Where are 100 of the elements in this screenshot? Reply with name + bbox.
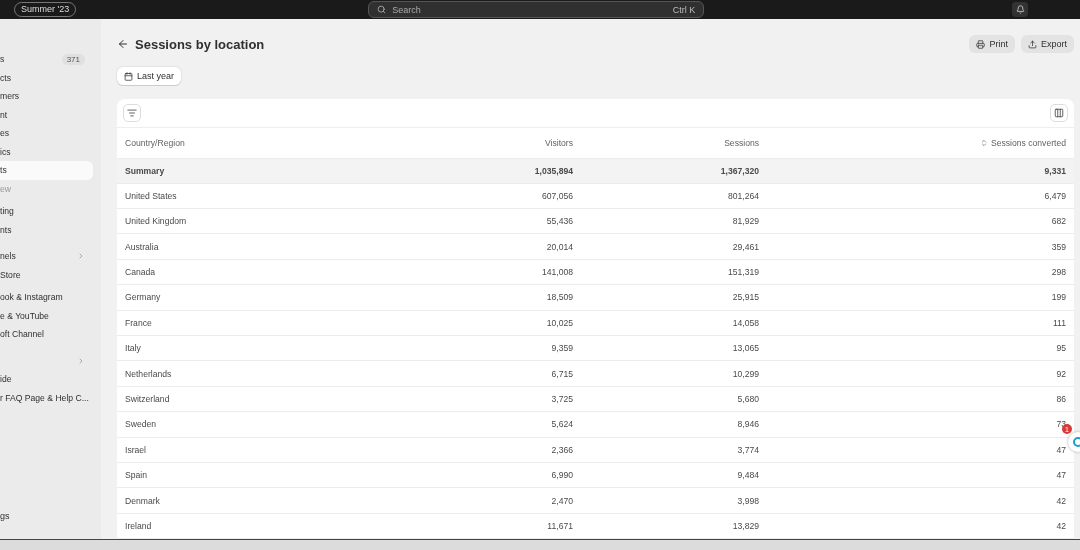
column-header[interactable]: Country/Region: [125, 137, 325, 148]
table-cell-text: 607,056: [540, 190, 573, 201]
table-cell-text: 199: [1050, 292, 1066, 303]
table-cell-text: 13,829: [731, 520, 759, 531]
table-cell-text: 10,025: [545, 317, 573, 328]
notifications-button[interactable]: [1012, 2, 1029, 17]
table-cell-text: 20,014: [545, 241, 573, 252]
calendar-icon: [124, 71, 133, 81]
sidebar-item[interactable]: es: [0, 124, 93, 143]
table-cell-text: Italy: [125, 343, 142, 354]
chevron-icon: [77, 356, 85, 365]
sidebar-item[interactable]: nels: [0, 247, 93, 266]
table-cell-text: 2,366: [550, 444, 573, 455]
back-icon[interactable]: [117, 38, 129, 50]
filter-button[interactable]: [123, 103, 141, 122]
table-cell-text: Denmark: [125, 495, 161, 506]
table-cell-text: Spain: [125, 470, 148, 481]
table-cell-text: 6,990: [550, 470, 573, 481]
sidebar-item[interactable]: Store: [0, 265, 93, 284]
sidebar-item[interactable]: ics: [0, 142, 93, 161]
export-button[interactable]: Export: [1021, 35, 1074, 53]
table-cell-text: Switzerland: [125, 393, 171, 404]
table-cell-text: 359: [1050, 241, 1066, 252]
column-header[interactable]: Visitors: [325, 137, 573, 148]
table-cell-text: 29,461: [731, 241, 759, 252]
count-badge: 371: [61, 53, 85, 65]
table-cell-text: 8,946: [736, 419, 759, 430]
sort-icon: [980, 138, 988, 147]
table-cell-text: 14,058: [731, 317, 759, 328]
table-cell-text: 5,680: [736, 393, 759, 404]
table-cell-text: 86: [1055, 393, 1066, 404]
printer-icon: [976, 39, 986, 49]
table-cell-text: 11,671: [546, 520, 573, 531]
sidebar-item[interactable]: gs: [0, 511, 101, 521]
table-cell-text: 18,509: [545, 292, 573, 303]
summary-cell-text: 9,331: [1043, 165, 1066, 176]
column-header[interactable]: Sessions converted: [759, 137, 1066, 148]
table-cell-text: 141,008: [540, 267, 573, 277]
sidebar-item[interactable]: cts: [0, 68, 93, 87]
table-cell-text: Netherlands: [125, 368, 173, 379]
table-cell-text: Canada: [125, 267, 157, 277]
table-cell-text: Australia: [125, 241, 160, 252]
filter-icon: [127, 107, 137, 118]
table-cell-text: 95: [1055, 343, 1066, 354]
summary-cell-text: Summary: [125, 165, 166, 176]
table-cell-text: 6,715: [550, 368, 573, 379]
summary-cell-text: 1,035,894: [533, 165, 573, 176]
sidebar-item[interactable]: e & YouTube: [0, 306, 93, 325]
table-cell-text: 55,436: [545, 216, 573, 227]
table-cell-text: Israel: [125, 444, 147, 455]
table-cell-text: 13,065: [731, 343, 759, 354]
table-cell-text: 47: [1055, 444, 1066, 455]
search-field[interactable]: Search Ctrl K: [368, 1, 705, 18]
table-cell-text: United Kingdom: [125, 216, 188, 227]
upload-icon: [1028, 39, 1037, 49]
table-cell-text: Sweden: [125, 419, 158, 430]
sidebar-item[interactable]: ide: [0, 370, 93, 389]
table-cell-text: 3,998: [736, 495, 759, 506]
search-icon: [377, 5, 387, 14]
print-button[interactable]: Print: [969, 35, 1015, 53]
table-cell-text: United States: [125, 190, 178, 201]
date-filter-button[interactable]: Last year: [117, 67, 182, 85]
table-cell-text: 92: [1055, 368, 1066, 379]
summary-cell-text: 1,367,320: [719, 165, 759, 176]
sidebar-item[interactable]: ook & Instagram: [0, 288, 93, 307]
table-cell-text: 42: [1055, 520, 1066, 531]
chevron-icon: [77, 252, 85, 261]
table-cell-text: 47: [1055, 470, 1066, 481]
columns-button[interactable]: [1050, 103, 1068, 122]
sidebar-item[interactable]: nts: [0, 220, 93, 239]
table-cell-text: 9,484: [736, 470, 759, 481]
page-title: Sessions by location: [135, 36, 266, 52]
sidebar-item[interactable]: mers: [0, 87, 93, 106]
sidebar-item[interactable]: r FAQ Page & Help C...: [0, 388, 93, 407]
table-cell-text: 3,774: [736, 444, 759, 455]
table-cell-text: Germany: [125, 292, 162, 303]
sidebar-item[interactable]: ts: [0, 161, 93, 180]
column-header[interactable]: Sessions: [573, 137, 759, 148]
table-cell-text: 6,479: [1043, 190, 1066, 201]
table-cell-text: 5,624: [550, 419, 573, 430]
table-cell-text: 25,915: [731, 292, 759, 303]
table-cell-text: 151,319: [726, 267, 759, 277]
table-cell-text: 682: [1050, 216, 1066, 227]
table-cell-text: 111: [1051, 317, 1066, 328]
columns-icon: [1054, 107, 1064, 118]
sidebar-item[interactable]: nt: [0, 105, 93, 124]
table-cell-text: 81,929: [731, 216, 759, 227]
table-cell-text: 10,299: [731, 368, 759, 379]
table-cell-text: France: [125, 317, 153, 328]
table-cell-text: 2,470: [550, 495, 573, 506]
table-cell-text: 298: [1050, 267, 1066, 277]
sidebar-item[interactable]: ting: [0, 202, 93, 221]
shortcut-hint: Ctrl K: [672, 4, 696, 15]
sidebar-item[interactable]: oft Channel: [0, 325, 93, 344]
table-cell-text: 801,264: [726, 190, 759, 201]
table-cell-text: Ireland: [125, 520, 153, 531]
table-cell-text: 3,725: [550, 393, 573, 404]
search-input[interactable]: Search: [392, 4, 667, 15]
table-cell-text: 9,359: [550, 343, 573, 354]
sidebar-item[interactable]: s 371: [0, 50, 93, 69]
